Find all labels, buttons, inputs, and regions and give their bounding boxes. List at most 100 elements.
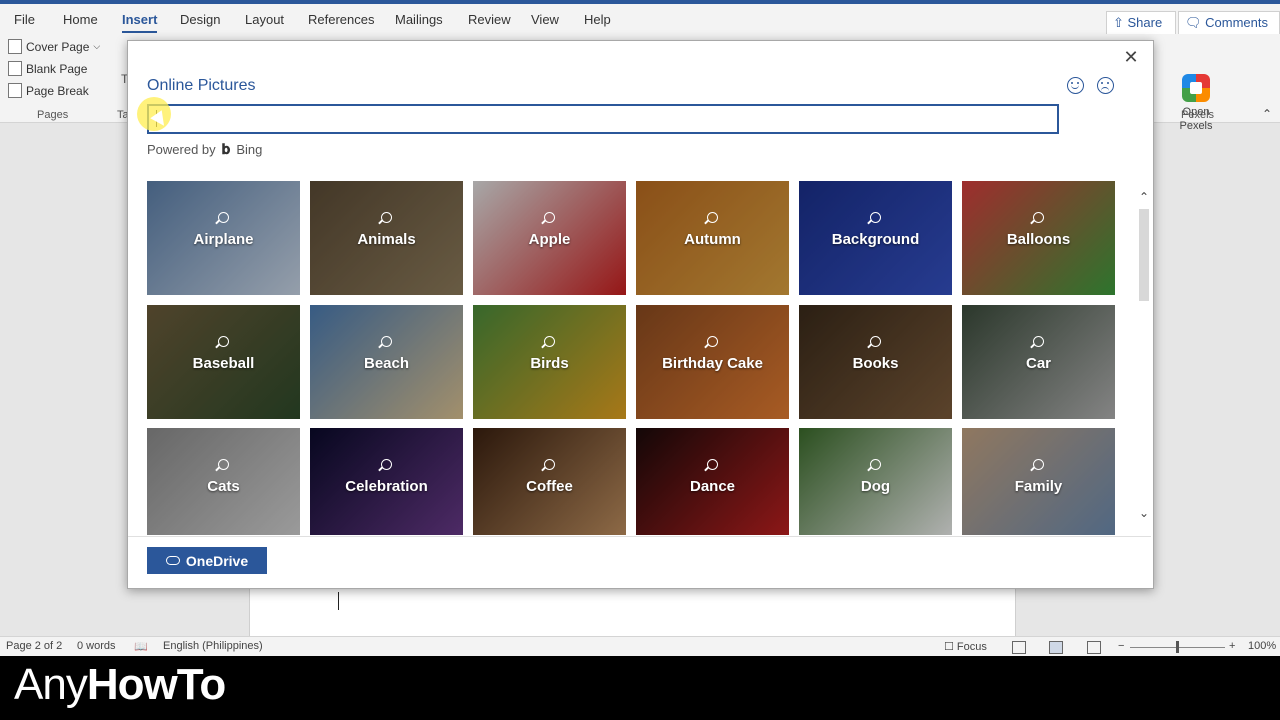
focus-button[interactable]: ☐ Focus <box>944 640 987 653</box>
comments-button[interactable]: 🗨 Comments <box>1178 11 1280 35</box>
grid-scrollbar[interactable]: ⌃ ⌄ <box>1136 181 1152 535</box>
search-icon <box>707 335 718 347</box>
category-tile-autumn[interactable]: Autumn <box>636 181 789 295</box>
page-count[interactable]: Page 2 of 2 <box>6 640 62 652</box>
tab-help[interactable]: Help <box>584 12 611 27</box>
zoom-slider-thumb[interactable] <box>1176 641 1179 653</box>
category-tile-cats[interactable]: Cats <box>147 428 300 535</box>
proofing-icon[interactable]: 📖 <box>134 640 148 653</box>
category-tile-celebration[interactable]: Celebration <box>310 428 463 535</box>
page-break-label: Page Break <box>26 83 89 98</box>
close-icon[interactable]: ✕ <box>1122 48 1140 66</box>
frown-feedback-icon[interactable] <box>1097 77 1114 94</box>
category-tile-apple[interactable]: Apple <box>473 181 626 295</box>
zoom-in-button[interactable]: + <box>1229 640 1235 652</box>
powered-by: Powered by 𝐛 Bing <box>147 141 262 158</box>
collapse-ribbon-icon[interactable]: ⌃ <box>1262 107 1272 121</box>
scroll-up-icon[interactable]: ⌃ <box>1138 191 1150 203</box>
tab-view[interactable]: View <box>531 12 559 27</box>
pexels-group-label: Pexels <box>1181 109 1215 121</box>
zoom-level[interactable]: 100% <box>1248 640 1276 652</box>
brand-any: Any <box>14 660 88 709</box>
share-label: Share <box>1127 15 1163 30</box>
tab-insert[interactable]: Insert <box>122 12 158 33</box>
blank-page-button[interactable]: Blank Page <box>8 61 87 76</box>
search-icon <box>1033 459 1044 470</box>
zoom-out-button[interactable]: − <box>1118 640 1124 652</box>
category-tile-family[interactable]: Family <box>962 428 1115 535</box>
tab-home[interactable]: Home <box>63 12 98 27</box>
category-label: Autumn <box>684 231 741 248</box>
read-mode-icon[interactable] <box>1012 641 1026 654</box>
category-tile-beach[interactable]: Beach <box>310 304 463 419</box>
share-button[interactable]: ⇧ Share <box>1106 11 1176 35</box>
tab-review[interactable]: Review <box>468 12 511 27</box>
category-tile-baseball[interactable]: Baseball <box>147 304 300 419</box>
scroll-down-icon[interactable]: ⌄ <box>1138 507 1150 519</box>
blank-page-icon <box>8 61 22 76</box>
category-label: Baseball <box>192 354 255 372</box>
status-bar: Page 2 of 2 0 words 📖 English (Philippin… <box>0 636 1280 657</box>
dialog-divider <box>128 536 1151 537</box>
category-label: Balloons <box>1006 231 1071 248</box>
web-layout-icon[interactable] <box>1087 641 1101 654</box>
search-icon <box>544 212 555 223</box>
search-input[interactable] <box>147 104 1059 134</box>
category-label: Family <box>1014 478 1063 495</box>
category-label: Birds <box>530 354 569 372</box>
bing-label: Bing <box>236 142 263 157</box>
category-tile-balloons[interactable]: Balloons <box>962 181 1115 295</box>
category-label: Cats <box>207 478 240 495</box>
search-icon <box>218 335 229 347</box>
tab-layout[interactable]: Layout <box>245 12 284 27</box>
pages-group-label: Pages <box>37 109 69 121</box>
document-cursor <box>338 592 339 610</box>
tab-design[interactable]: Design <box>180 12 220 27</box>
category-tile-birds[interactable]: Birds <box>473 304 626 419</box>
search-icon <box>870 459 881 470</box>
tab-file[interactable]: File <box>14 12 35 27</box>
category-tile-birthday-cake[interactable]: Birthday Cake <box>636 304 789 419</box>
search-icon <box>381 335 392 347</box>
smile-feedback-icon[interactable] <box>1067 77 1084 94</box>
menu-bar: File Home Insert Design Layout Reference… <box>0 4 1280 35</box>
search-icon <box>1033 212 1044 223</box>
page-break-button[interactable]: Page Break <box>8 83 89 98</box>
category-tile-airplane[interactable]: Airplane <box>147 181 300 295</box>
search-icon <box>381 459 392 470</box>
category-tile-car[interactable]: Car <box>962 304 1115 419</box>
onedrive-button[interactable]: OneDrive <box>147 547 267 574</box>
category-tile-dog[interactable]: Dog <box>799 428 952 535</box>
search-icon <box>544 459 555 470</box>
category-label: Coffee <box>526 478 573 495</box>
cloud-icon <box>165 556 180 565</box>
scroll-thumb[interactable] <box>1139 209 1149 301</box>
brand-howto: HowTo <box>86 660 226 709</box>
tab-references[interactable]: References <box>308 12 374 27</box>
category-tile-coffee[interactable]: Coffee <box>473 428 626 535</box>
search-icon <box>1033 335 1044 347</box>
blank-page-label: Blank Page <box>26 61 88 76</box>
tab-mailings[interactable]: Mailings <box>395 12 443 27</box>
search-icon <box>218 212 229 223</box>
open-pexels-button[interactable]: Open Pexels <box>1168 74 1224 133</box>
dialog-title: Online Pictures <box>147 77 256 94</box>
category-tile-dance[interactable]: Dance <box>636 428 789 535</box>
focus-label: Focus <box>956 641 987 653</box>
search-icon <box>870 335 881 347</box>
category-label: Dance <box>689 478 736 495</box>
search-icon <box>544 335 555 347</box>
cover-page-icon <box>8 39 22 54</box>
category-tile-animals[interactable]: Animals <box>310 181 463 295</box>
print-layout-icon[interactable] <box>1049 641 1063 654</box>
search-icon <box>381 212 392 223</box>
search-icon <box>870 212 881 223</box>
search-icon <box>218 459 229 470</box>
category-tile-background[interactable]: Background <box>799 181 952 295</box>
word-count[interactable]: 0 words <box>77 640 116 652</box>
category-label: Apple <box>528 231 571 248</box>
chevron-down-icon: ⌵ <box>93 41 101 51</box>
language[interactable]: English (Philippines) <box>163 640 263 652</box>
cover-page-button[interactable]: Cover Page ⌵ <box>8 39 100 54</box>
category-tile-books[interactable]: Books <box>799 304 952 419</box>
